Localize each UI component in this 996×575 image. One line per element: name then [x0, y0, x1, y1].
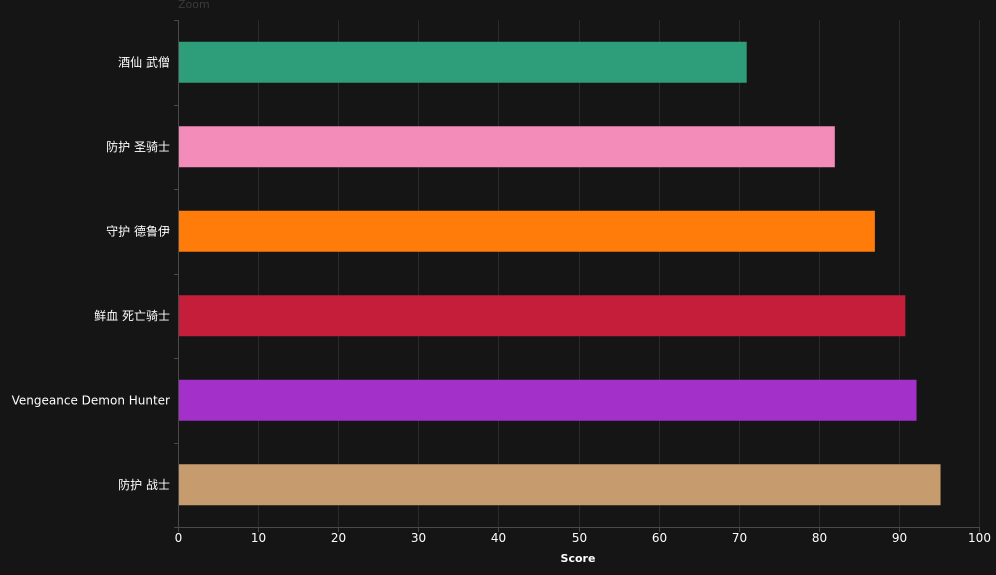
- category-label: 守护 德鲁伊: [106, 223, 170, 238]
- bar[interactable]: [178, 295, 906, 337]
- bars: [178, 41, 941, 506]
- bar[interactable]: [178, 379, 917, 421]
- x-axis-title: Score: [561, 552, 596, 565]
- category-label: 防护 战士: [118, 477, 170, 492]
- x-tick-label: 70: [732, 531, 747, 545]
- x-tick-label: 60: [652, 531, 667, 545]
- x-tick-label: 100: [968, 531, 991, 545]
- x-tick-label: 80: [812, 531, 827, 545]
- x-tick-label: 50: [572, 531, 587, 545]
- bar[interactable]: [178, 210, 875, 252]
- bar-chart: 酒仙 武僧防护 圣骑士守护 德鲁伊鲜血 死亡骑士 Vengeance Demon …: [12, 20, 991, 565]
- category-label: 防护 圣骑士: [106, 139, 170, 154]
- category-label: 鲜血 死亡骑士: [94, 309, 170, 323]
- y-axis: 酒仙 武僧防护 圣骑士守护 德鲁伊鲜血 死亡骑士 Vengeance Demon …: [12, 20, 179, 528]
- x-tick-label: 0: [175, 531, 183, 545]
- category-label: Vengeance Demon Hunter: [12, 393, 170, 407]
- x-tick-label: 90: [892, 531, 907, 545]
- grid-lines: [258, 20, 980, 527]
- x-tick-label: 30: [411, 531, 426, 545]
- bar[interactable]: [178, 464, 941, 506]
- x-tick-label: 10: [251, 531, 266, 545]
- x-axis: 0 10 20 30 40 50 60 70 80 90 100: [175, 527, 991, 545]
- x-tick-label: 20: [331, 531, 346, 545]
- category-label: 酒仙 武僧: [118, 55, 170, 69]
- bar[interactable]: [178, 41, 747, 83]
- x-tick-label: 40: [491, 531, 506, 545]
- bar[interactable]: [178, 126, 835, 168]
